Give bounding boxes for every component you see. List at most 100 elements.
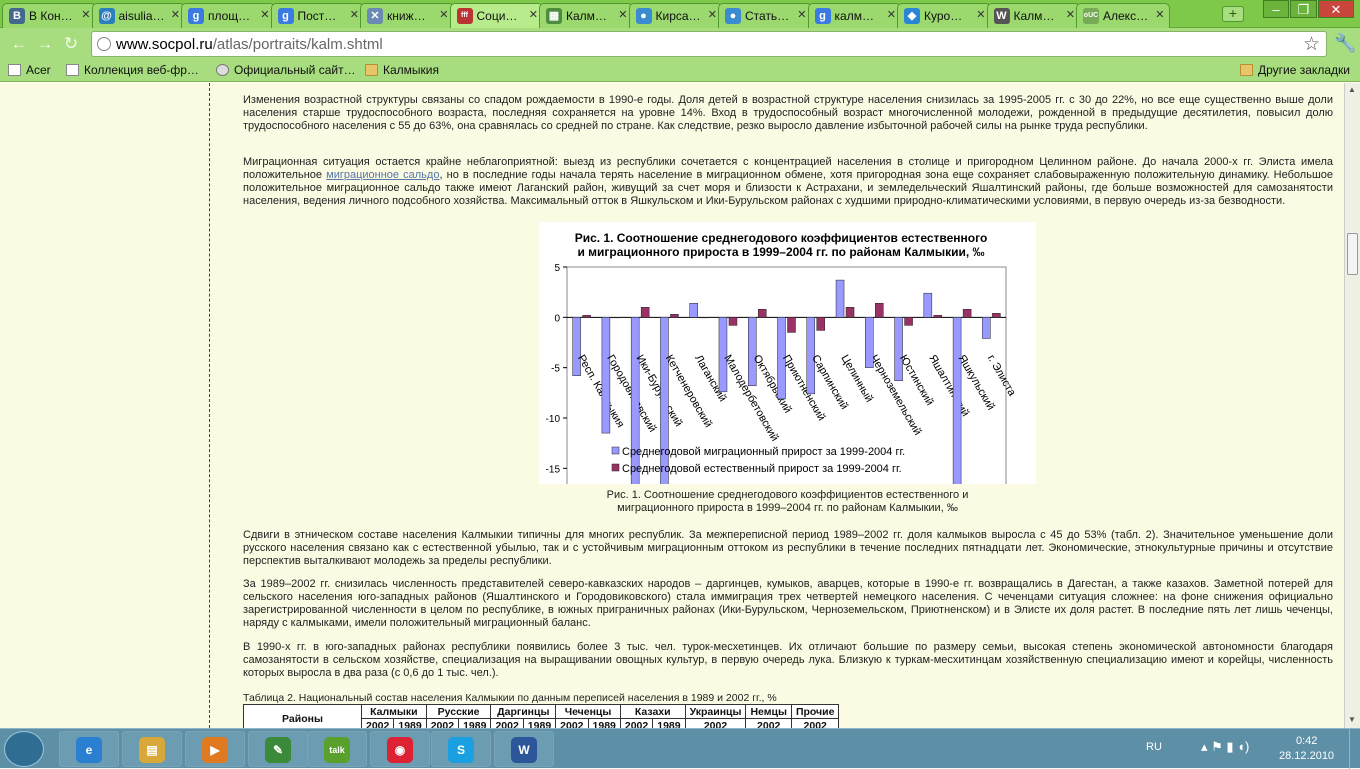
close-tab-icon[interactable]: ✕ bbox=[260, 8, 269, 21]
seal-icon bbox=[216, 64, 229, 76]
page-icon bbox=[8, 64, 21, 76]
word-icon: W bbox=[511, 737, 537, 763]
close-tab-icon[interactable]: ✕ bbox=[171, 8, 180, 21]
paint-icon: ✎ bbox=[265, 737, 291, 763]
ie-icon: e bbox=[76, 737, 102, 763]
tab-title: Стать… bbox=[745, 9, 790, 23]
close-tab-icon[interactable]: ✕ bbox=[350, 8, 359, 21]
tray-icons[interactable]: ▴ ⚑ ▮ ◖) bbox=[1201, 739, 1249, 755]
tab-13[interactable]: oUC Алекс… ✕ bbox=[1076, 3, 1170, 28]
close-tab-icon[interactable]: ✕ bbox=[1066, 8, 1075, 21]
tab-4[interactable]: g Пост… ✕ bbox=[270, 3, 364, 28]
tab-7[interactable]: ▦ Калм… ✕ bbox=[539, 3, 633, 28]
tab-6[interactable]: fff Соци… ✕ bbox=[449, 3, 543, 29]
close-tab-icon[interactable]: ✕ bbox=[81, 8, 90, 21]
bookmark-kalmykia-folder[interactable]: Калмыкия bbox=[365, 63, 439, 77]
drop-icon: ◆ bbox=[904, 8, 920, 24]
other-bookmarks[interactable]: Другие закладки bbox=[1240, 63, 1350, 77]
reload-icon[interactable]: ↻ bbox=[60, 34, 82, 54]
taskbar-app-5[interactable]: talk bbox=[307, 731, 367, 767]
bar-natural bbox=[611, 317, 621, 319]
media-player-icon: ▶ bbox=[202, 737, 228, 763]
paragraph-ethnic: Сдвиги в этническом составе населения Ка… bbox=[243, 529, 1333, 568]
language-indicator[interactable]: RU bbox=[1146, 741, 1162, 753]
back-icon[interactable]: ← bbox=[8, 34, 30, 54]
tab-8[interactable]: ● Кирса… ✕ bbox=[628, 3, 722, 28]
table-header-kalmyki: Калмыки bbox=[361, 704, 427, 719]
migration-balance-link[interactable]: миграционное сальдо bbox=[326, 169, 439, 181]
close-tab-icon[interactable]: ✕ bbox=[976, 8, 985, 21]
tab-11[interactable]: ◆ Куро… ✕ bbox=[897, 3, 991, 28]
bar-migration bbox=[601, 317, 611, 434]
bar-migration bbox=[572, 317, 581, 376]
scroll-thumb[interactable] bbox=[1347, 233, 1358, 275]
bar-natural bbox=[757, 309, 767, 318]
bookmark-acer[interactable]: Acer bbox=[8, 63, 51, 77]
close-tab-icon[interactable]: ✕ bbox=[1155, 8, 1164, 21]
tab-5[interactable]: ✕ книж… ✕ bbox=[360, 3, 454, 28]
close-tab-icon[interactable]: ✕ bbox=[708, 8, 717, 21]
wrench-menu-icon[interactable]: 🔧 bbox=[1334, 33, 1356, 54]
tab-12[interactable]: W Калм… ✕ bbox=[986, 3, 1080, 28]
maximize-button[interactable]: ❐ bbox=[1290, 0, 1317, 18]
page-icon bbox=[97, 37, 111, 51]
paragraph-meskhetian: В 1990-х гг. в юго-западных районах респ… bbox=[243, 641, 1333, 680]
close-tab-icon[interactable]: ✕ bbox=[887, 8, 896, 21]
table-year-cell: 2002 bbox=[360, 718, 395, 728]
bookmark-official-site[interactable]: Официальный сайт… bbox=[216, 63, 356, 77]
taskbar-app-7[interactable]: S bbox=[431, 731, 491, 767]
close-window-button[interactable]: ✕ bbox=[1318, 0, 1354, 18]
tab-2[interactable]: @ aisulia… ✕ bbox=[91, 3, 185, 28]
tab-title: Соци… bbox=[476, 9, 518, 23]
tab-9[interactable]: ● Стать… ✕ bbox=[718, 3, 812, 28]
table-year-cell: 1989 bbox=[587, 718, 621, 728]
minimize-button[interactable]: – bbox=[1263, 0, 1289, 18]
address-bar[interactable]: www.socpol.ru/atlas/portraits/kalm.shtml… bbox=[91, 31, 1327, 57]
tab-1[interactable]: B В Кон… ✕ bbox=[2, 3, 96, 28]
tab-3[interactable]: g площ… ✕ bbox=[181, 3, 275, 28]
taskbar-app-8[interactable]: W bbox=[494, 731, 554, 767]
bar-migration bbox=[982, 317, 991, 339]
start-button[interactable] bbox=[4, 731, 44, 767]
taskbar-app-2[interactable]: ▤ bbox=[122, 731, 182, 767]
ethnic-table: Районы Калмыки Русские Даргинцы Чеченцы Казах… bbox=[243, 704, 840, 728]
taskbar-app-4[interactable]: ✎ bbox=[248, 731, 308, 767]
close-tab-icon[interactable]: ✕ bbox=[618, 8, 627, 21]
bookmark-star-icon[interactable]: ☆ bbox=[1303, 33, 1320, 56]
taskbar-app-6[interactable]: ◉ bbox=[370, 731, 430, 767]
y-tick-label: 0 bbox=[554, 313, 560, 324]
folder-icon bbox=[1240, 64, 1253, 76]
close-tab-icon[interactable]: ✕ bbox=[529, 8, 538, 21]
tab-title: Пост… bbox=[297, 9, 337, 23]
figure-caption: Рис. 1. Соотношение среднегодового коэфф… bbox=[606, 489, 969, 514]
taskbar-app-1[interactable]: e bbox=[59, 731, 119, 767]
skype-icon: S bbox=[448, 737, 474, 763]
new-tab-button[interactable]: + bbox=[1222, 6, 1244, 22]
table-year-cell: 2002 bbox=[790, 718, 840, 728]
scroll-up-icon[interactable]: ▲ bbox=[1348, 85, 1356, 94]
legend-swatch bbox=[611, 446, 620, 455]
tab-10[interactable]: g калм… ✕ bbox=[807, 3, 901, 28]
tab-title: В Кон… bbox=[29, 9, 73, 23]
book-icon: oUC bbox=[1083, 8, 1099, 24]
chart-title: Рис. 1. Соотношение среднегодового коэфф… bbox=[575, 231, 988, 245]
bar-natural bbox=[992, 313, 1001, 318]
tab-title: Калм… bbox=[566, 9, 607, 23]
clock-time[interactable]: 0:42 bbox=[1296, 735, 1317, 747]
globe-icon: ● bbox=[725, 8, 741, 24]
tab-title: калм… bbox=[834, 9, 874, 23]
forward-icon[interactable]: → bbox=[34, 34, 56, 54]
bookmark-collection[interactable]: Коллекция веб-фр… bbox=[66, 63, 199, 77]
bar-migration bbox=[894, 317, 903, 382]
tab-title: Куро… bbox=[924, 9, 963, 23]
bar-migration bbox=[952, 317, 962, 570]
taskbar-app-3[interactable]: ▶ bbox=[185, 731, 245, 767]
table-year-cell: 1989 bbox=[393, 718, 427, 728]
show-desktop-button[interactable] bbox=[1349, 729, 1360, 769]
close-tab-icon[interactable]: ✕ bbox=[797, 8, 806, 21]
bar-natural bbox=[699, 317, 708, 319]
clock-date[interactable]: 28.12.2010 bbox=[1279, 750, 1334, 762]
vertical-scrollbar[interactable]: ▲ ▼ bbox=[1344, 83, 1360, 728]
close-tab-icon[interactable]: ✕ bbox=[439, 8, 448, 21]
scroll-down-icon[interactable]: ▼ bbox=[1348, 715, 1356, 724]
